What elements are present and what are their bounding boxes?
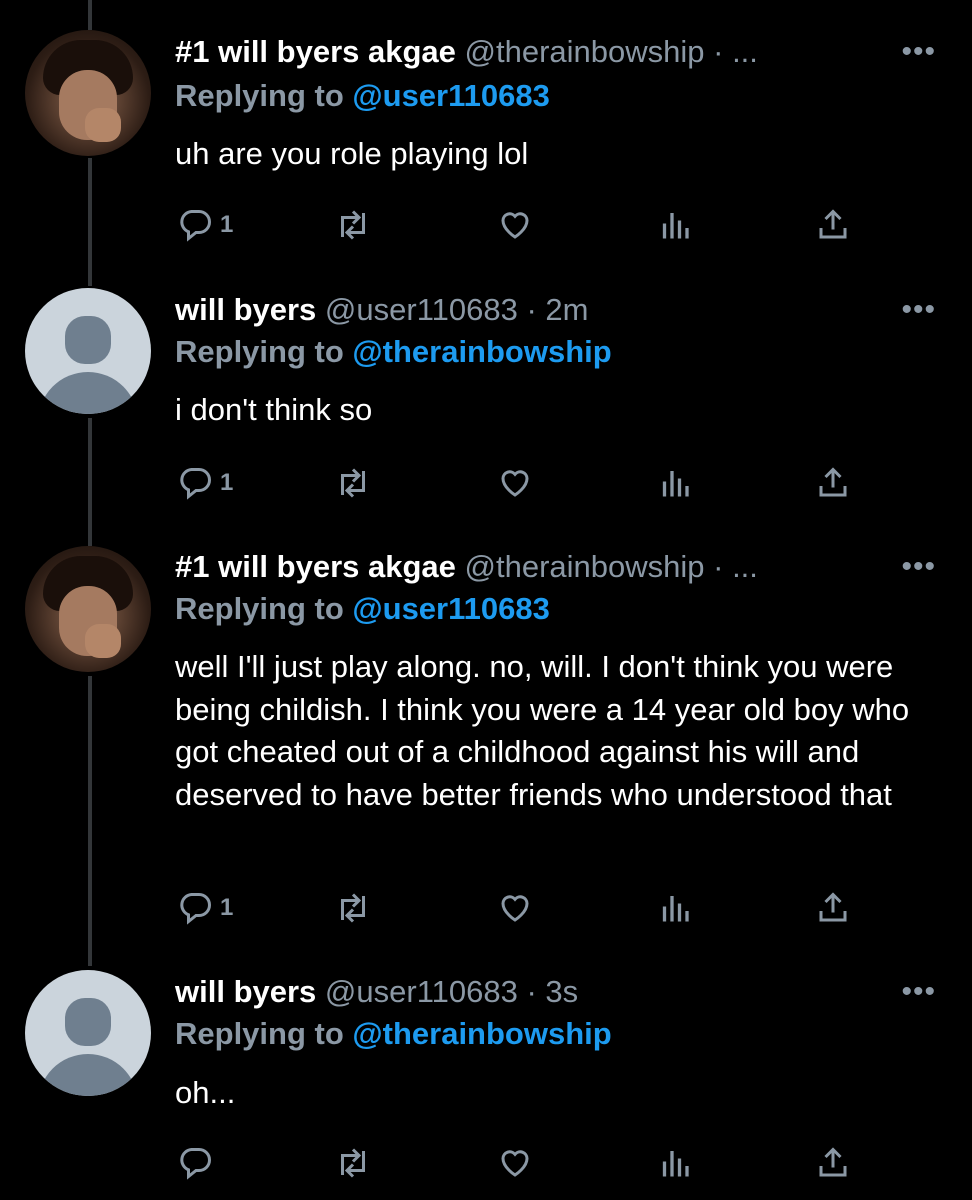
replying-to-line: Replying to @therainbowship [175, 1014, 612, 1054]
tweet-header: will byers @user110683 · 3s [175, 972, 905, 1012]
share-button[interactable] [815, 1145, 851, 1181]
reply-button[interactable] [178, 1145, 220, 1181]
analytics-button[interactable] [657, 1145, 693, 1181]
analytics-icon [662, 1151, 689, 1177]
action-bar [0, 1145, 972, 1185]
tweet[interactable]: will byers @user110683 · 3s ••• Replying… [0, 0, 972, 1200]
display-name[interactable]: will byers [175, 974, 316, 1009]
share-icon [819, 1147, 847, 1177]
more-options-icon[interactable]: ••• [901, 977, 936, 1007]
mention-link[interactable]: @therainbowship [352, 1016, 611, 1051]
reply-icon [180, 1148, 211, 1180]
replying-to-label: Replying to [175, 1016, 344, 1051]
like-button[interactable] [497, 1145, 533, 1181]
retweet-icon [341, 1148, 365, 1178]
avatar[interactable] [25, 970, 151, 1096]
like-icon [501, 1150, 529, 1177]
tweet-text: oh... [175, 1075, 236, 1110]
handle-and-time[interactable]: @user110683 · 3s [325, 974, 578, 1009]
retweet-button[interactable] [335, 1145, 371, 1181]
